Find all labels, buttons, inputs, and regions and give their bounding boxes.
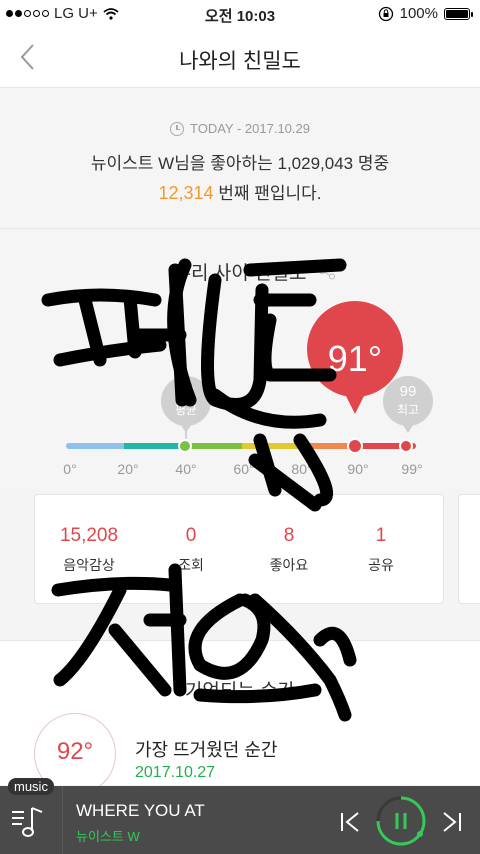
stat-value: 15,208 bbox=[59, 525, 119, 546]
memory-text: 가장 뜨거웠던 순간 bbox=[135, 740, 278, 760]
clock-icon bbox=[170, 121, 185, 136]
scale-label: 80° bbox=[291, 461, 313, 477]
stat-likes: 8 좋아요 bbox=[239, 495, 339, 605]
my-intimacy-bubble: 91° bbox=[306, 300, 404, 420]
stat-label: 조회 bbox=[178, 557, 204, 573]
page-title: 나와의 친밀도 bbox=[179, 50, 301, 73]
gauge-scale-labels: 0° 20° 40° 60° 80° 90° 99° bbox=[0, 461, 480, 481]
stat-label: 음악감상 bbox=[63, 557, 115, 573]
max-marker bbox=[399, 439, 413, 453]
mini-player[interactable]: music WHERE YOU AT 뉴이스트 W bbox=[0, 778, 480, 854]
my-intimacy-value: 91° bbox=[327, 338, 383, 379]
scale-label: 20° bbox=[117, 461, 139, 477]
today-label: TODAY - 2017.10.29 bbox=[190, 121, 310, 136]
scale-label: 90° bbox=[347, 461, 369, 477]
fan-count-text: 뉴이스트 W님을 좋아하는 1,029,043 명중 bbox=[90, 154, 390, 173]
status-bar: LG U+ 오전 10:03 100% bbox=[0, 0, 480, 28]
rotation-lock-icon bbox=[378, 6, 393, 21]
stat-value: 1 bbox=[375, 525, 387, 546]
fan-rank-number: 12,314 bbox=[158, 183, 214, 203]
fan-rank-card: TODAY - 2017.10.29 뉴이스트 W님을 좋아하는 1,029,0… bbox=[0, 89, 480, 229]
battery-label: 100% bbox=[399, 5, 438, 22]
stat-value: 0 bbox=[185, 525, 197, 546]
stats-card: 15,208 음악감상 0 조회 8 좋아요 1 공유 bbox=[34, 494, 444, 604]
scale-label: 99° bbox=[401, 461, 423, 477]
average-marker bbox=[178, 439, 192, 453]
stat-value: 8 bbox=[283, 525, 295, 546]
average-bubble: 42 평균 bbox=[160, 375, 212, 445]
my-intimacy-marker bbox=[347, 438, 363, 454]
stat-listen: 15,208 음악감상 bbox=[39, 495, 139, 605]
battery-icon bbox=[444, 7, 473, 20]
gauge-markers bbox=[178, 438, 413, 454]
stat-label: 공유 bbox=[368, 557, 394, 573]
artist-name: 뉴이스트 W bbox=[76, 829, 140, 844]
scale-label: 60° bbox=[233, 461, 255, 477]
today-row: TODAY - 2017.10.29 bbox=[0, 121, 480, 136]
stat-shares: 1 공유 bbox=[331, 495, 431, 605]
song-title: WHERE YOU AT bbox=[76, 801, 205, 820]
next-track-icon[interactable] bbox=[440, 810, 464, 834]
pause-button[interactable] bbox=[376, 796, 426, 846]
stat-views: 0 조회 bbox=[141, 495, 241, 605]
next-card-peek[interactable] bbox=[458, 494, 480, 604]
share-icon[interactable] bbox=[318, 262, 336, 280]
stat-label: 좋아요 bbox=[269, 557, 309, 573]
memory-section: 기억되는 순간 92° 가장 뜨거웠던 순간 2017.10.27 bbox=[0, 640, 480, 795]
average-value: 42 bbox=[177, 383, 195, 400]
fan-rank-suffix: 번째 팬입니다. bbox=[213, 184, 322, 203]
memory-date: 2017.10.27 bbox=[135, 764, 216, 781]
status-right: 100% bbox=[378, 5, 473, 22]
scale-label: 40° bbox=[175, 461, 197, 477]
memory-title: 기억되는 순간 bbox=[184, 681, 296, 702]
music-tag: music bbox=[8, 778, 54, 795]
fan-rank-line: 12,314 번째 팬입니다. bbox=[0, 179, 480, 204]
nav-bar: 나와의 친밀도 bbox=[0, 28, 480, 88]
playlist-icon[interactable] bbox=[10, 804, 50, 840]
scale-label: 0° bbox=[63, 461, 77, 477]
previous-track-icon[interactable] bbox=[338, 810, 362, 834]
average-label: 평균 bbox=[174, 403, 198, 417]
player-divider bbox=[62, 786, 63, 854]
intimacy-title: 우리 사이 친밀도 bbox=[173, 263, 307, 284]
memory-temperature: 92° bbox=[56, 738, 94, 765]
